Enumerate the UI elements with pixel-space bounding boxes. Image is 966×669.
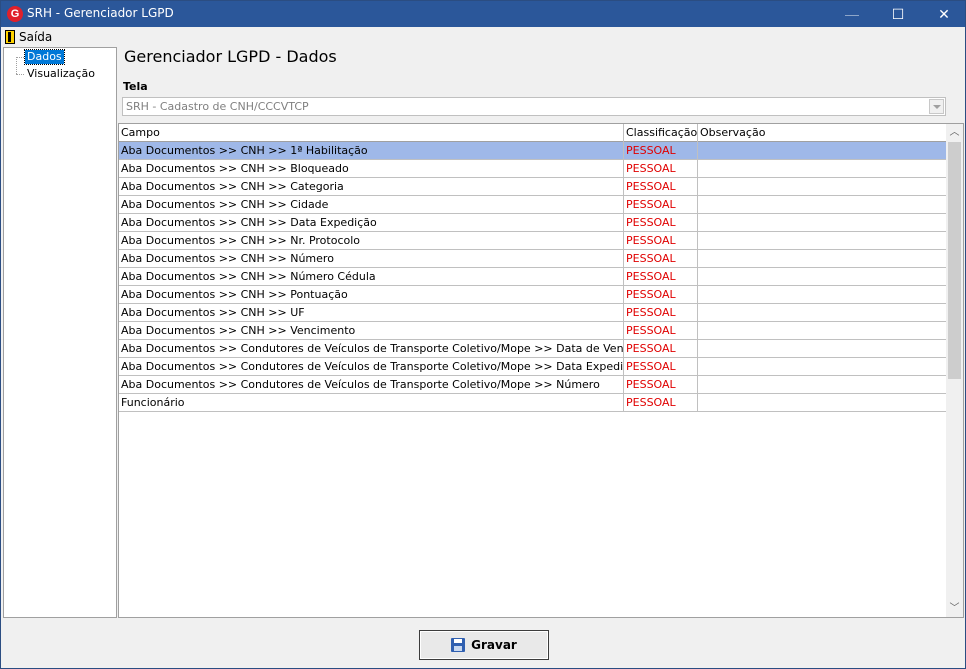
fields-grid: Campo Classificação Observação Aba Docum…: [118, 123, 964, 618]
chevron-down-icon[interactable]: [929, 99, 944, 114]
scrollbar-thumb[interactable]: [948, 142, 961, 379]
cell-classificacao[interactable]: PESSOAL: [624, 268, 698, 285]
tela-select-value: SRH - Cadastro de CNH/CCCVTCP: [126, 100, 309, 113]
cell-observacao[interactable]: [698, 340, 947, 357]
cell-classificacao[interactable]: PESSOAL: [624, 142, 698, 159]
close-button[interactable]: ✕: [921, 1, 966, 27]
cell-campo[interactable]: Aba Documentos >> CNH >> Número: [119, 250, 624, 267]
column-header-observacao[interactable]: Observação: [698, 124, 947, 142]
cell-observacao[interactable]: [698, 232, 947, 249]
tela-select[interactable]: SRH - Cadastro de CNH/CCCVTCP: [122, 97, 946, 116]
cell-campo[interactable]: Aba Documentos >> Condutores de Veículos…: [119, 358, 624, 375]
tree-connector: [16, 74, 24, 75]
cell-classificacao[interactable]: PESSOAL: [624, 232, 698, 249]
cell-campo[interactable]: Aba Documentos >> CNH >> Número Cédula: [119, 268, 624, 285]
cell-observacao[interactable]: [698, 178, 947, 195]
cell-classificacao[interactable]: PESSOAL: [624, 286, 698, 303]
cell-campo[interactable]: Funcionário: [119, 394, 624, 411]
tela-label: Tela: [123, 80, 148, 93]
column-header-campo[interactable]: Campo: [119, 124, 624, 142]
cell-campo[interactable]: Aba Documentos >> CNH >> Pontuação: [119, 286, 624, 303]
cell-campo[interactable]: Aba Documentos >> Condutores de Veículos…: [119, 376, 624, 393]
save-button[interactable]: Gravar: [419, 630, 549, 660]
cell-classificacao[interactable]: PESSOAL: [624, 304, 698, 321]
cell-observacao[interactable]: [698, 286, 947, 303]
table-row[interactable]: Funcionário PESSOAL: [119, 394, 947, 412]
menu-item-label: Saída: [19, 30, 53, 44]
cell-classificacao[interactable]: PESSOAL: [624, 322, 698, 339]
table-row[interactable]: Aba Documentos >> CNH >> Pontuação PESSOA…: [119, 286, 947, 304]
title-bar[interactable]: G SRH - Gerenciador LGPD — ☐ ✕: [1, 1, 965, 27]
table-row[interactable]: Aba Documentos >> CNH >> Bloqueado PESSOA…: [119, 160, 947, 178]
tree-item-visualizacao[interactable]: Visualização: [25, 67, 97, 81]
grid-header: Campo Classificação Observação: [119, 124, 947, 142]
cell-observacao[interactable]: [698, 268, 947, 285]
cell-campo[interactable]: Aba Documentos >> CNH >> Nr. Protocolo: [119, 232, 624, 249]
cell-observacao[interactable]: [698, 376, 947, 393]
cell-classificacao[interactable]: PESSOAL: [624, 250, 698, 267]
floppy-disk-icon: [451, 638, 466, 652]
cell-classificacao[interactable]: PESSOAL: [624, 376, 698, 393]
cell-campo[interactable]: Aba Documentos >> CNH >> Data Expedição: [119, 214, 624, 231]
vertical-scrollbar[interactable]: ︿ ﹀: [946, 124, 963, 617]
table-row[interactable]: Aba Documentos >> Condutores de Veículos…: [119, 358, 947, 376]
page-title: Gerenciador LGPD - Dados: [124, 47, 337, 66]
cell-campo[interactable]: Aba Documentos >> CNH >> Categoria: [119, 178, 624, 195]
window-title: SRH - Gerenciador LGPD: [27, 6, 174, 20]
tree-connector: [16, 57, 17, 74]
table-row[interactable]: Aba Documentos >> CNH >> Número PESSOAL: [119, 250, 947, 268]
cell-classificacao[interactable]: PESSOAL: [624, 178, 698, 195]
cell-campo[interactable]: Aba Documentos >> CNH >> Vencimento: [119, 322, 624, 339]
cell-campo[interactable]: Aba Documentos >> CNH >> UF: [119, 304, 624, 321]
table-row[interactable]: Aba Documentos >> Condutores de Veículos…: [119, 340, 947, 358]
cell-classificacao[interactable]: PESSOAL: [624, 394, 698, 411]
cell-classificacao[interactable]: PESSOAL: [624, 196, 698, 213]
table-row[interactable]: Aba Documentos >> CNH >> Data Expedição P…: [119, 214, 947, 232]
cell-observacao[interactable]: [698, 214, 947, 231]
table-row[interactable]: Aba Documentos >> CNH >> UF PESSOAL: [119, 304, 947, 322]
cell-observacao[interactable]: [698, 142, 947, 159]
cell-observacao[interactable]: [698, 160, 947, 177]
tree-item-dados[interactable]: Dados: [24, 49, 65, 65]
cell-observacao[interactable]: [698, 250, 947, 267]
maximize-button[interactable]: ☐: [875, 1, 921, 27]
menu-item-saida[interactable]: Saída: [5, 29, 52, 45]
grid-body: Aba Documentos >> CNH >> 1ª Habilitação P…: [119, 142, 947, 412]
table-row[interactable]: Aba Documentos >> CNH >> Nr. Protocolo PE…: [119, 232, 947, 250]
cell-observacao[interactable]: [698, 394, 947, 411]
scroll-down-icon[interactable]: ﹀: [946, 600, 963, 617]
cell-observacao[interactable]: [698, 358, 947, 375]
table-row[interactable]: Aba Documentos >> CNH >> Categoria PESSOA…: [119, 178, 947, 196]
cell-observacao[interactable]: [698, 304, 947, 321]
exit-door-icon: [5, 30, 15, 44]
cell-classificacao[interactable]: PESSOAL: [624, 214, 698, 231]
cell-classificacao[interactable]: PESSOAL: [624, 358, 698, 375]
scroll-up-icon[interactable]: ︿: [946, 124, 963, 141]
column-header-classificacao[interactable]: Classificação: [624, 124, 698, 142]
table-row[interactable]: Aba Documentos >> CNH >> 1ª Habilitação P…: [119, 142, 947, 160]
cell-classificacao[interactable]: PESSOAL: [624, 160, 698, 177]
menu-bar: Saída: [1, 27, 965, 46]
cell-campo[interactable]: Aba Documentos >> CNH >> Bloqueado: [119, 160, 624, 177]
cell-classificacao[interactable]: PESSOAL: [624, 340, 698, 357]
tree-connector: [16, 57, 24, 58]
cell-observacao[interactable]: [698, 196, 947, 213]
minimize-button[interactable]: —: [829, 1, 875, 27]
cell-campo[interactable]: Aba Documentos >> CNH >> 1ª Habilitação: [119, 142, 624, 159]
cell-campo[interactable]: Aba Documentos >> CNH >> Cidade: [119, 196, 624, 213]
table-row[interactable]: Aba Documentos >> Condutores de Veículos…: [119, 376, 947, 394]
table-row[interactable]: Aba Documentos >> CNH >> Vencimento PESSO…: [119, 322, 947, 340]
cell-campo[interactable]: Aba Documentos >> Condutores de Veículos…: [119, 340, 624, 357]
cell-observacao[interactable]: [698, 322, 947, 339]
app-window: G SRH - Gerenciador LGPD — ☐ ✕ Saída Dad…: [0, 0, 966, 669]
save-button-label: Gravar: [471, 638, 517, 652]
navigation-tree: Dados Visualização: [3, 47, 117, 618]
app-logo-icon: G: [7, 6, 23, 22]
table-row[interactable]: Aba Documentos >> CNH >> Cidade PESSOAL: [119, 196, 947, 214]
table-row[interactable]: Aba Documentos >> CNH >> Número Cédula PE…: [119, 268, 947, 286]
